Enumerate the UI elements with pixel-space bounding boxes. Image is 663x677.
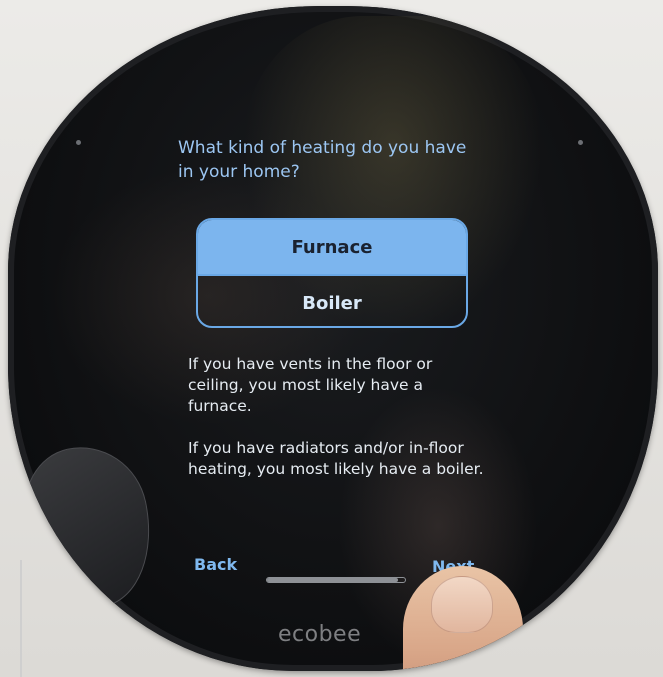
sensor-dot [578,140,583,145]
setup-progress-bar [266,577,406,583]
option-boiler[interactable]: Boiler [198,276,466,326]
back-button[interactable]: Back [194,555,237,574]
wire [20,560,22,677]
thermostat-device: What kind of heating do you have in your… [8,6,658,671]
help-text-boiler: If you have radiators and/or in-floor he… [188,439,484,478]
sensor-dot [76,140,81,145]
setup-question: What kind of heating do you have in your… [178,138,467,182]
option-furnace[interactable]: Furnace [198,220,466,276]
progress-fill [267,578,399,582]
help-text-furnace: If you have vents in the floor or ceilin… [188,355,433,415]
heating-type-selector[interactable]: Furnace Boiler [196,218,468,328]
fingernail [431,576,493,633]
